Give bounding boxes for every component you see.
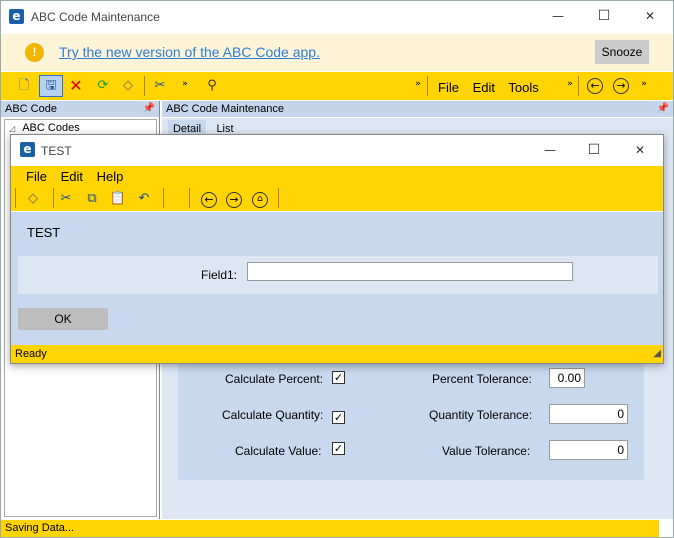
app-logo-icon: e: [20, 142, 35, 157]
value-tolerance-field[interactable]: 0: [549, 440, 628, 460]
dialog-menu-help[interactable]: Help: [97, 169, 124, 184]
left-pane-title: ABC Code: [5, 103, 57, 115]
undo-icon[interactable]: ↶: [135, 190, 153, 208]
forward-icon[interactable]: →: [613, 78, 629, 94]
upgrade-banner: ! Try the new version of the ABC Code ap…: [1, 34, 673, 71]
tree-item-label: ABC Codes: [22, 122, 80, 134]
dialog-status-bar: Ready ◢: [11, 345, 663, 363]
toolbar-separator: [15, 188, 16, 208]
overflow-chevron-icon[interactable]: »: [176, 75, 194, 93]
right-pane-header: ABC Code Maintenance 📌: [162, 101, 673, 117]
cut-icon[interactable]: ✂: [151, 77, 169, 95]
percent-tolerance-label: Percent Tolerance:: [432, 372, 532, 386]
paste-icon[interactable]: 📋: [109, 190, 127, 208]
toolbar-separator: [427, 76, 428, 96]
percent-tolerance-field[interactable]: 0.00: [549, 368, 585, 388]
dialog-menu: File Edit Help: [26, 169, 133, 184]
dialog-title: TEST: [41, 144, 72, 158]
dialog-title-bar: e TEST — ☐ ✕: [11, 135, 663, 165]
menu-tools[interactable]: Tools: [508, 80, 538, 95]
dialog-body: TEST Field1: OK: [11, 212, 663, 345]
clear-icon[interactable]: ◇: [119, 77, 137, 95]
main-toolbar: 🗋 🖫 ✕ ⟳ ◇ ✂ » ⚲ » File Edit Tools » ← → …: [1, 72, 673, 100]
overflow-chevron-icon[interactable]: »: [561, 75, 579, 93]
cut-icon[interactable]: ✂: [57, 190, 75, 208]
dialog-menu-edit[interactable]: Edit: [61, 169, 83, 184]
delete-icon[interactable]: ✕: [67, 77, 85, 95]
banner-link[interactable]: Try the new version of the ABC Code app.: [59, 44, 320, 60]
calc-percent-label: Calculate Percent:: [225, 372, 324, 386]
window-title: ABC Code Maintenance: [31, 10, 160, 24]
tree-expand-icon[interactable]: ◿: [9, 124, 15, 133]
dialog-heading: TEST: [27, 225, 61, 240]
right-pane-title: ABC Code Maintenance: [166, 103, 285, 115]
warning-icon: !: [25, 43, 44, 62]
minimize-button[interactable]: —: [543, 5, 573, 27]
resize-grip-icon[interactable]: ◢: [653, 348, 661, 359]
clear-icon[interactable]: ◇: [24, 190, 42, 208]
back-icon[interactable]: ←: [587, 78, 603, 94]
toolbar-separator: [278, 188, 279, 208]
field-row: Field1:: [18, 256, 658, 294]
home-icon[interactable]: ⌂: [252, 192, 268, 208]
main-title-bar: e ABC Code Maintenance — ☐ ✕: [1, 1, 673, 33]
main-menu: File Edit Tools: [438, 80, 549, 95]
refresh-icon[interactable]: ⟳: [94, 77, 112, 95]
toolbar-separator: [53, 188, 54, 208]
calc-value-checkbox[interactable]: ✓: [332, 442, 345, 455]
dialog-maximize-button[interactable]: ☐: [579, 139, 609, 161]
close-button[interactable]: ✕: [635, 5, 665, 27]
menu-file[interactable]: File: [438, 80, 459, 95]
find-icon[interactable]: ⚲: [203, 77, 221, 95]
test-dialog: e TEST — ☐ ✕ File Edit Help ◇ ✂ ⧉ 📋 ↶ ← …: [10, 134, 664, 364]
dialog-close-button[interactable]: ✕: [625, 139, 655, 161]
menu-edit[interactable]: Edit: [473, 80, 495, 95]
toolbar-separator: [144, 76, 145, 96]
back-icon[interactable]: ←: [201, 192, 217, 208]
pin-icon[interactable]: 📌: [143, 101, 155, 117]
copy-icon[interactable]: ⧉: [83, 190, 101, 208]
toolbar-separator: [163, 188, 164, 208]
left-pane-header: ABC Code 📌: [1, 101, 159, 117]
dialog-minimize-button[interactable]: —: [535, 139, 565, 161]
dialog-toolbar: File Edit Help ◇ ✂ ⧉ 📋 ↶ ← → ⌂: [11, 166, 663, 211]
tree-item-abc-codes[interactable]: ◿ ABC Codes: [9, 122, 80, 134]
status-text: Saving Data...: [5, 522, 75, 534]
forward-icon[interactable]: →: [226, 192, 242, 208]
ok-button[interactable]: OK: [18, 308, 108, 330]
quantity-tolerance-label: Quantity Tolerance:: [429, 408, 533, 422]
dialog-status-text: Ready: [15, 348, 47, 360]
maximize-button[interactable]: ☐: [589, 5, 619, 27]
pin-icon[interactable]: 📌: [657, 101, 669, 117]
field1-label: Field1:: [201, 268, 238, 282]
toolbar-separator: [189, 188, 190, 208]
snooze-button[interactable]: Snooze: [595, 40, 649, 64]
overflow-chevron-icon[interactable]: »: [635, 75, 653, 93]
quantity-tolerance-field[interactable]: 0: [549, 404, 628, 424]
calc-value-label: Calculate Value:: [235, 444, 322, 458]
app-logo-icon: e: [9, 9, 24, 24]
calc-quantity-checkbox[interactable]: ✓: [332, 411, 345, 424]
new-icon[interactable]: 🗋: [15, 77, 33, 95]
overflow-chevron-icon[interactable]: »: [409, 75, 427, 93]
calc-percent-checkbox[interactable]: ✓: [332, 371, 345, 384]
field1-input[interactable]: [247, 262, 573, 281]
calc-quantity-label: Calculate Quantity:: [222, 408, 324, 422]
value-tolerance-label: Value Tolerance:: [442, 444, 531, 458]
toolbar-separator: [578, 76, 579, 96]
dialog-menu-file[interactable]: File: [26, 169, 47, 184]
save-icon[interactable]: 🖫: [39, 75, 63, 97]
main-status-bar: Saving Data...: [1, 520, 659, 537]
